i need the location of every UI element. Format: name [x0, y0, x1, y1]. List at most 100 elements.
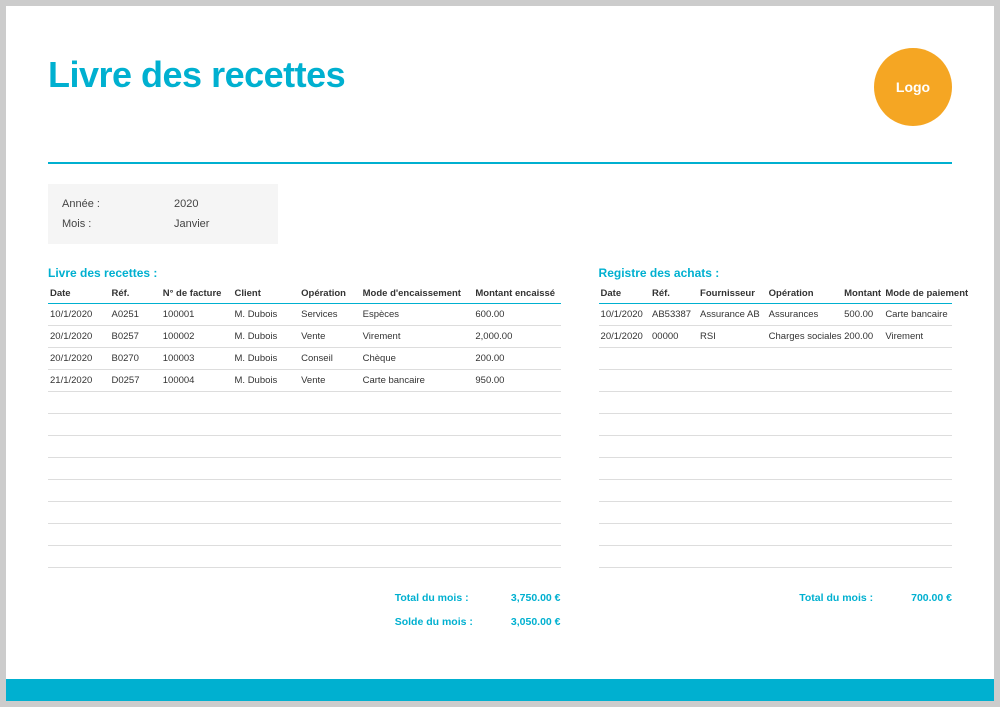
table-row-empty [48, 524, 561, 546]
table-row-empty [599, 524, 952, 546]
table-row-empty [599, 370, 952, 392]
col-operation: Opération [767, 284, 842, 304]
logo-placeholder: Logo [874, 48, 952, 126]
recettes-section: Livre des recettes : Date Réf. N° de fac… [48, 244, 561, 568]
cell-operation: Vente [299, 326, 361, 348]
table-row-empty [599, 502, 952, 524]
cell-ref: D0257 [110, 370, 161, 392]
table-row: 10/1/2020A0251100001M. DuboisServicesEsp… [48, 304, 561, 326]
col-ref: Réf. [110, 284, 161, 304]
table-row-empty [48, 458, 561, 480]
col-date: Date [599, 284, 650, 304]
recettes-table: Date Réf. N° de facture Client Opération… [48, 284, 561, 568]
table-row-empty [599, 546, 952, 568]
table-row-empty [599, 348, 952, 370]
achats-total-label: Total du mois : [799, 586, 873, 610]
cell-client: M. Dubois [233, 370, 300, 392]
document-page: Livre des recettes Logo Année : 2020 Moi… [6, 6, 994, 701]
table-row: 20/1/202000000RSICharges sociales200.00V… [599, 326, 952, 348]
totals-row: Total du mois : Solde du mois : 3,750.00… [48, 586, 952, 634]
cell-invoice: 100001 [161, 304, 233, 326]
recettes-balance-label: Solde du mois : [395, 610, 473, 634]
achats-total-value: 700.00 € [911, 586, 952, 610]
divider [48, 162, 952, 164]
cell-ref: B0270 [110, 348, 161, 370]
cell-operation: Services [299, 304, 361, 326]
cell-client: M. Dubois [233, 304, 300, 326]
year-label: Année : [62, 194, 174, 214]
cell-date: 20/1/2020 [48, 348, 110, 370]
page-title: Livre des recettes [48, 54, 345, 96]
achats-totals: Total du mois : 700.00 € [799, 586, 952, 634]
cell-date: 10/1/2020 [599, 304, 650, 326]
table-row: 20/1/2020B0257100002M. DuboisVenteVireme… [48, 326, 561, 348]
cell-supplier: RSI [698, 326, 767, 348]
recettes-totals: Total du mois : Solde du mois : 3,750.00… [395, 586, 561, 634]
col-mode: Mode de paiement [883, 284, 952, 304]
col-amount: Montant encaissé [473, 284, 560, 304]
cell-mode: Virement [883, 326, 952, 348]
table-row-empty [599, 480, 952, 502]
col-supplier: Fournisseur [698, 284, 767, 304]
cell-amount: 200.00 [473, 348, 560, 370]
col-ref: Réf. [650, 284, 698, 304]
cell-mode: Carte bancaire [361, 370, 474, 392]
recettes-title: Livre des recettes : [48, 266, 561, 280]
table-row-empty [48, 414, 561, 436]
cell-date: 10/1/2020 [48, 304, 110, 326]
header: Livre des recettes Logo [48, 54, 952, 126]
cell-mode: Chèque [361, 348, 474, 370]
recettes-total-label: Total du mois : [395, 586, 473, 610]
cell-invoice: 100002 [161, 326, 233, 348]
table-row-empty [599, 392, 952, 414]
cell-amount: 600.00 [473, 304, 560, 326]
table-row: 10/1/2020AB53387Assurance ABAssurances50… [599, 304, 952, 326]
table-row-empty [48, 436, 561, 458]
cell-operation: Vente [299, 370, 361, 392]
cell-mode: Virement [361, 326, 474, 348]
month-label: Mois : [62, 214, 174, 234]
cell-invoice: 100003 [161, 348, 233, 370]
recettes-total-value: 3,750.00 € [511, 586, 561, 610]
cell-operation: Conseil [299, 348, 361, 370]
table-row-empty [599, 436, 952, 458]
table-row: 21/1/2020D0257100004M. DuboisVenteCarte … [48, 370, 561, 392]
col-amount: Montant [842, 284, 883, 304]
table-row-empty [48, 480, 561, 502]
recettes-balance-value: 3,050.00 € [511, 610, 561, 634]
table-row-empty [48, 546, 561, 568]
cell-client: M. Dubois [233, 326, 300, 348]
cell-ref: 00000 [650, 326, 698, 348]
cell-amount: 500.00 [842, 304, 883, 326]
achats-table: Date Réf. Fournisseur Opération Montant … [599, 284, 952, 568]
table-row: 20/1/2020B0270100003M. DuboisConseilChèq… [48, 348, 561, 370]
cell-amount: 2,000.00 [473, 326, 560, 348]
cell-ref: AB53387 [650, 304, 698, 326]
cell-amount: 950.00 [473, 370, 560, 392]
achats-title: Registre des achats : [599, 266, 952, 280]
achats-section: Registre des achats : Date Réf. Fourniss… [599, 244, 952, 568]
month-value: Janvier [174, 214, 209, 234]
cell-client: M. Dubois [233, 348, 300, 370]
col-client: Client [233, 284, 300, 304]
col-invoice: N° de facture [161, 284, 233, 304]
col-date: Date [48, 284, 110, 304]
cell-date: 20/1/2020 [599, 326, 650, 348]
footer-bar [6, 679, 994, 701]
cell-date: 21/1/2020 [48, 370, 110, 392]
cell-supplier: Assurance AB [698, 304, 767, 326]
tables-row: Livre des recettes : Date Réf. N° de fac… [48, 244, 952, 568]
cell-mode: Carte bancaire [883, 304, 952, 326]
table-row-empty [48, 502, 561, 524]
table-row-empty [599, 414, 952, 436]
cell-operation: Assurances [767, 304, 842, 326]
col-mode: Mode d'encaissement [361, 284, 474, 304]
cell-amount: 200.00 [842, 326, 883, 348]
col-operation: Opération [299, 284, 361, 304]
year-value: 2020 [174, 194, 198, 214]
cell-ref: B0257 [110, 326, 161, 348]
cell-invoice: 100004 [161, 370, 233, 392]
table-row-empty [599, 458, 952, 480]
cell-operation: Charges sociales [767, 326, 842, 348]
period-box: Année : 2020 Mois : Janvier [48, 184, 278, 244]
